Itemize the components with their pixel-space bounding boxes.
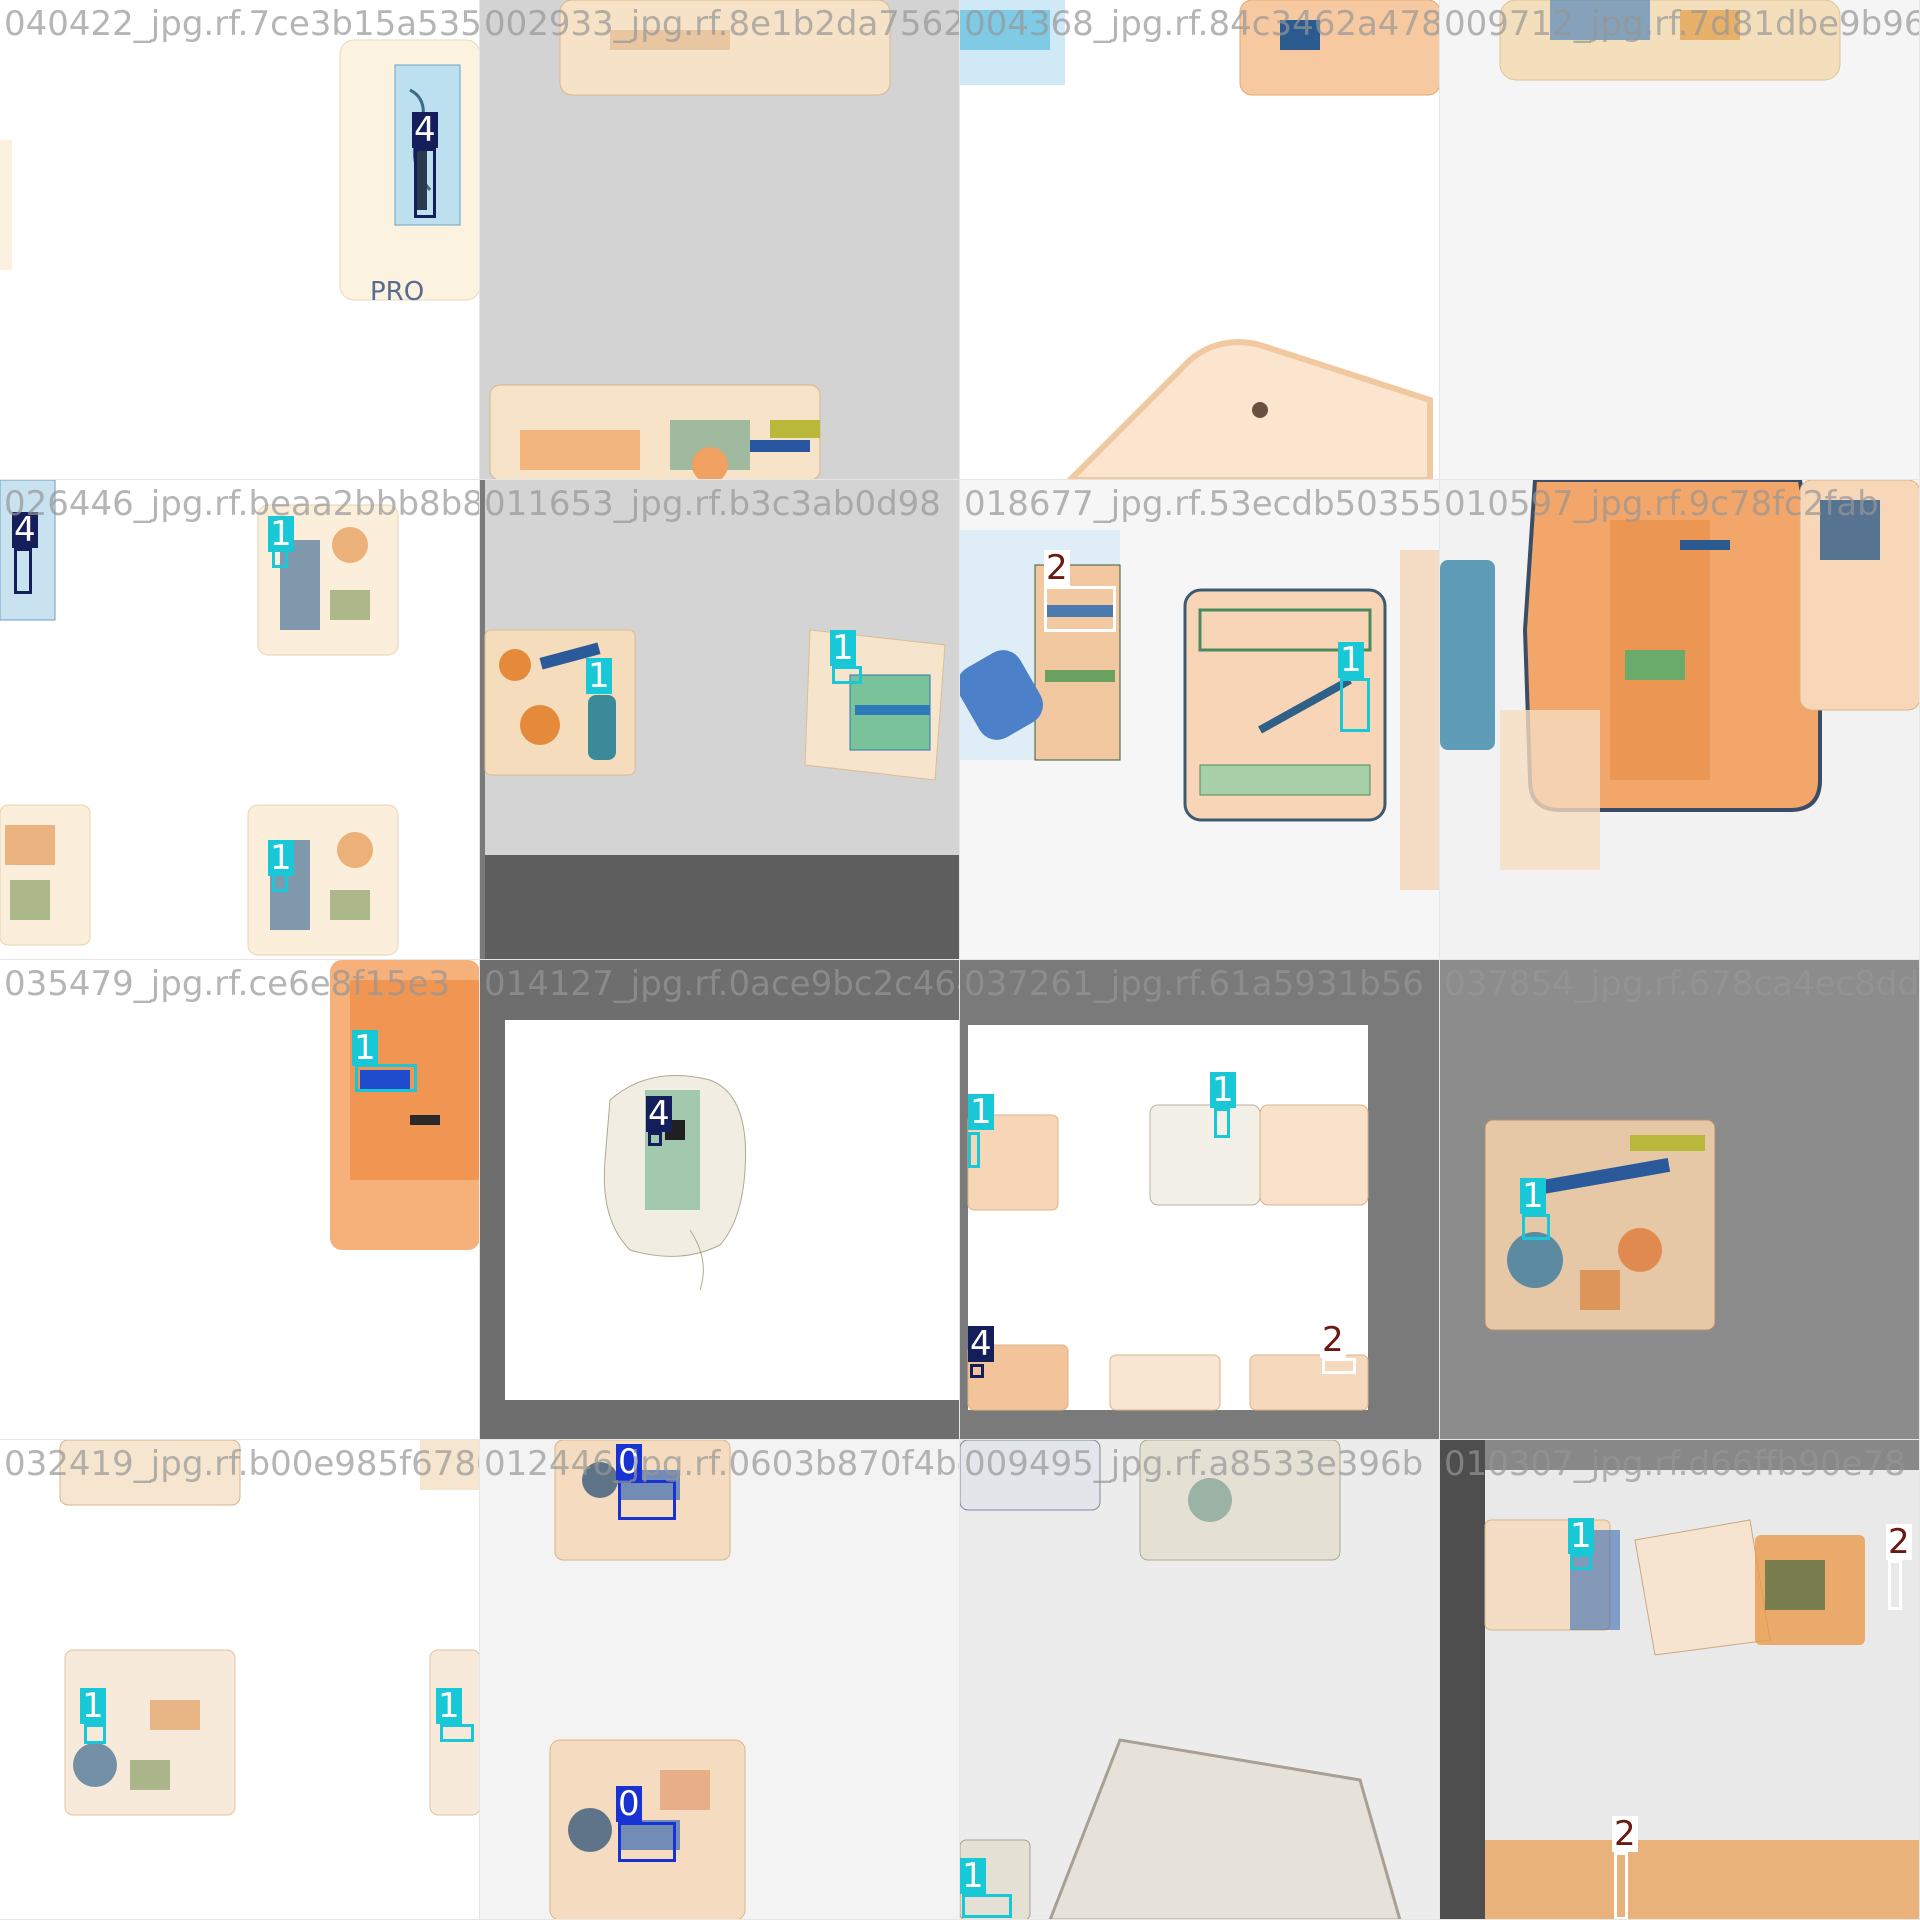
xray-scan [505, 1020, 959, 1400]
detection-box [832, 666, 862, 684]
xray-scan [59, 1440, 479, 1816]
detection-label: 1 [960, 1856, 986, 1896]
xray-scan [489, 0, 891, 479]
detection-label: 4 [412, 110, 438, 150]
detection-box [968, 1132, 980, 1168]
xray-scan: PRO [0, 39, 479, 307]
detection-label: 1 [268, 514, 294, 554]
detection-box [1044, 586, 1116, 632]
detection-label: 1 [436, 1686, 462, 1726]
detection-label: 2 [1044, 548, 1070, 588]
detection-label: 1 [268, 838, 294, 878]
detection-box [1522, 1214, 1550, 1240]
xray-scan [1440, 480, 1919, 870]
xray-scan [330, 960, 479, 1250]
detection-label: 1 [352, 1028, 378, 1068]
detection-label: 2 [1886, 1522, 1912, 1562]
detection-label: 1 [968, 1092, 994, 1132]
xray-scan [960, 0, 1439, 479]
detection-label: 2 [1612, 1814, 1638, 1854]
detection-label: 0 [616, 1442, 642, 1482]
detection-box [970, 1364, 984, 1378]
detection-box [414, 148, 436, 218]
image-tile: 1 035479_jpg.rf.ce6e8f15e3 [0, 960, 480, 1440]
detection-box [648, 1132, 662, 1146]
xray-scan [1484, 1119, 1716, 1331]
detection-box [1614, 1852, 1628, 1919]
detection-label: 1 [1568, 1516, 1594, 1556]
detection-box [1340, 678, 1370, 732]
image-tile: 1 1 032419_jpg.rf.b00e985f6780 [0, 1440, 480, 1920]
xray-scan [1499, 0, 1841, 81]
detection-label: 1 [1338, 640, 1364, 680]
detection-label: 0 [616, 1784, 642, 1824]
image-tile: 1 037854_jpg.rf.678ca4ec8dd5 [1440, 960, 1920, 1440]
detection-box [1888, 1560, 1902, 1610]
mosaic-grid: PRO 4 040422_jpg.rf.7ce3b15a535 002933_j… [0, 0, 1920, 1920]
detection-box [962, 1894, 1012, 1918]
detection-box [440, 1724, 474, 1742]
detection-label: 4 [646, 1094, 672, 1134]
handwritten-mark: PRO [370, 277, 424, 307]
detection-label: 1 [586, 656, 612, 696]
detection-box [14, 548, 32, 594]
xray-scan [0, 480, 399, 956]
xray-scan [480, 480, 959, 959]
xray-scan [549, 1440, 746, 1919]
detection-label: 1 [830, 628, 856, 668]
image-tile: PRO 4 040422_jpg.rf.7ce3b15a535 [0, 0, 480, 480]
image-tile: 1 2 2 010307_jpg.rf.d66ffb90e78 [1440, 1440, 1920, 1920]
detection-box [1570, 1554, 1592, 1570]
detection-label: 1 [1210, 1070, 1236, 1110]
detection-label: 1 [1520, 1176, 1546, 1216]
image-tile: 004368_jpg.rf.84c3462a4781 [960, 0, 1440, 480]
detection-label: 4 [12, 510, 38, 550]
detection-label: 4 [968, 1324, 994, 1364]
image-tile: 2 1 018677_jpg.rf.53ecdb503557 [960, 480, 1440, 960]
detection-box [1322, 1358, 1356, 1374]
image-tile: 002933_jpg.rf.8e1b2da75624 [480, 0, 960, 480]
image-tile: 1 009495_jpg.rf.a8533e396b [960, 1440, 1440, 1920]
detection-label: 1 [80, 1686, 106, 1726]
detection-box [618, 1480, 676, 1520]
xray-scan [967, 1025, 1369, 1411]
xray-scan [960, 1440, 1402, 1919]
detection-box [355, 1064, 417, 1092]
detection-box [84, 1724, 106, 1744]
image-tile: 010597_jpg.rf.9c78fc2fab [1440, 480, 1920, 960]
image-tile: 1 1 011653_jpg.rf.b3c3ab0d98 [480, 480, 960, 960]
image-tile: 4 1 1 026446_jpg.rf.beaa2bbb8b8 [0, 480, 480, 960]
image-tile: 4 014127_jpg.rf.0ace9bc2c464 [480, 960, 960, 1440]
image-tile: 0 0 012446_jpg.rf.0603b870f4bc [480, 1440, 960, 1920]
image-tile: 1 1 4 2 037261_jpg.rf.61a5931b56 [960, 960, 1440, 1440]
detection-box [1214, 1108, 1230, 1138]
image-tile: 009712_jpg.rf.7d81dbe9b96f [1440, 0, 1920, 480]
xray-scan [1440, 1440, 1919, 1919]
detection-box [618, 1822, 676, 1862]
detection-label: 2 [1320, 1320, 1346, 1360]
